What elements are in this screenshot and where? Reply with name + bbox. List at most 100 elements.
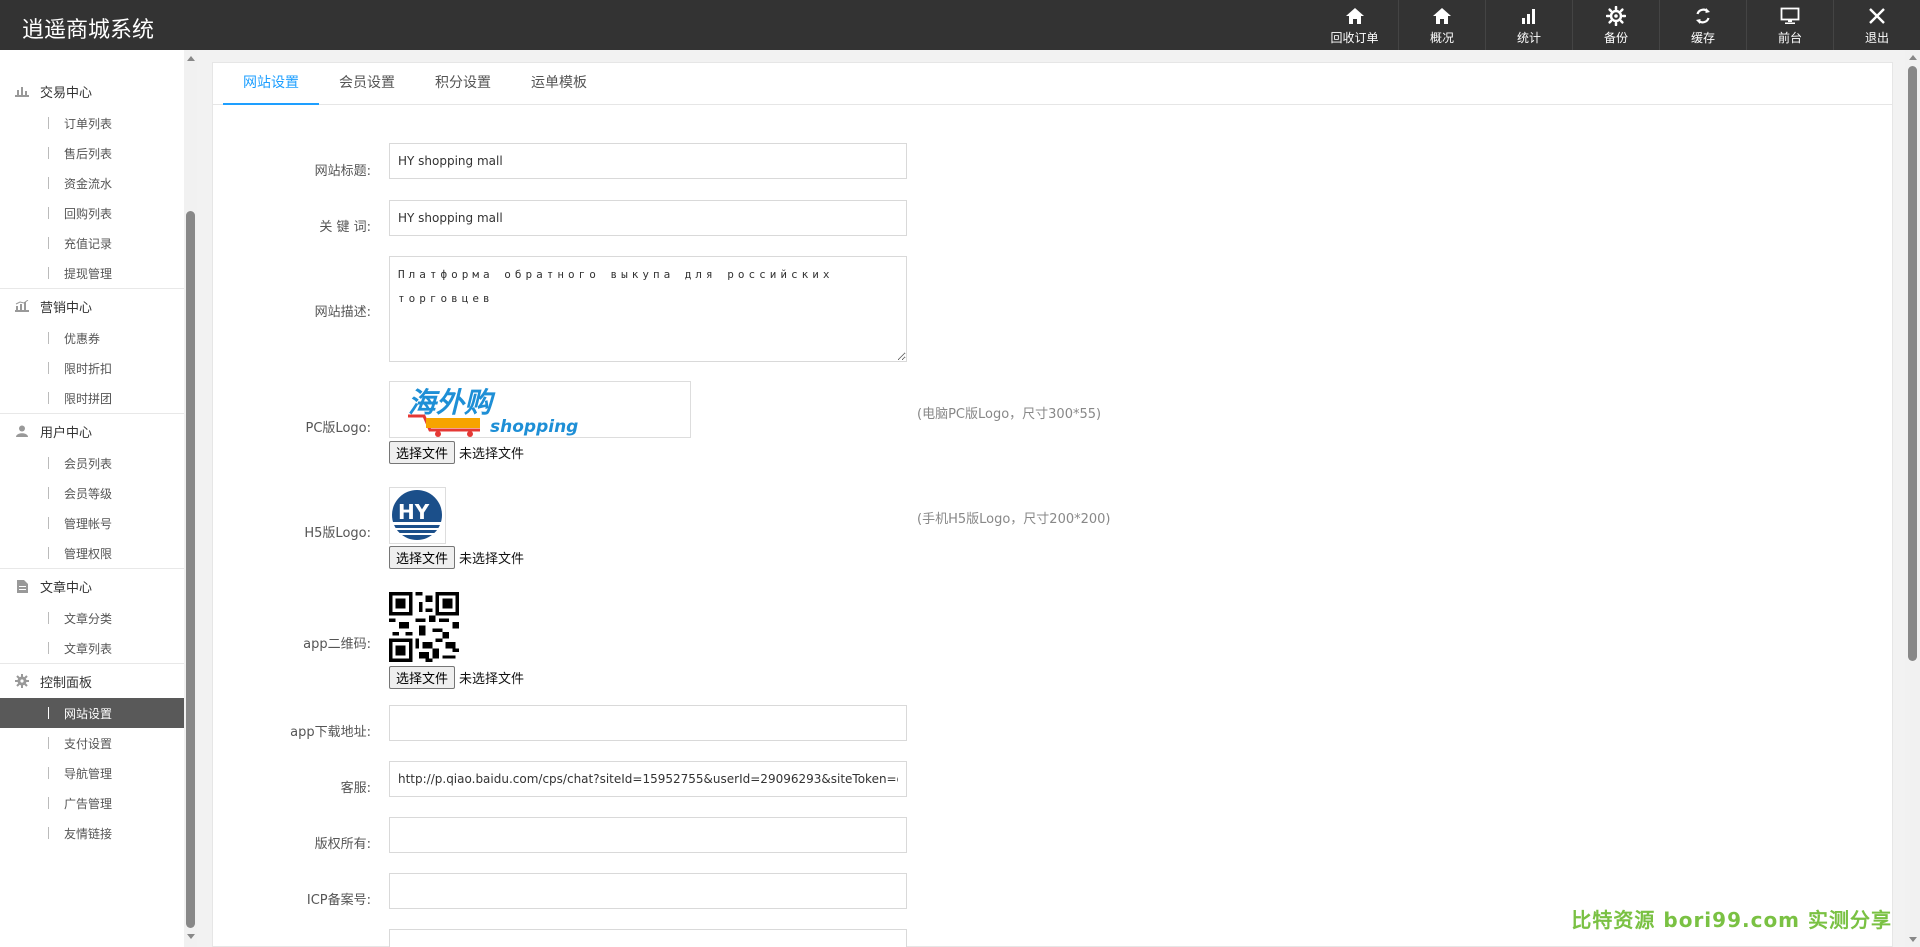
sidebar-item-orders[interactable]: 订单列表 — [0, 108, 184, 138]
sidebar-item-admin-permissions[interactable]: 管理权限 — [0, 538, 184, 568]
next-input-partial[interactable] — [389, 929, 907, 947]
icp-input[interactable] — [389, 873, 907, 909]
growth-chart-icon — [14, 299, 30, 313]
sidebar-item-coupons[interactable]: 优惠券 — [0, 323, 184, 353]
monitor-icon — [1780, 5, 1800, 27]
settings-panel: 网站设置 会员设置 积分设置 运单模板 网站标题: 关 键 词: 网站描述: П… — [212, 62, 1893, 947]
sidebar-item-after-sales[interactable]: 售后列表 — [0, 138, 184, 168]
nav-label: 缓存 — [1690, 30, 1715, 45]
choose-file-button[interactable]: 选择文件 — [389, 546, 456, 569]
scrollbar-thumb[interactable] — [1908, 66, 1917, 661]
pc-logo-label: PC版Logo: — [305, 421, 371, 436]
top-header: 逍遥商城系统 回收订单 概况 统计 备份 缓存 前台 退出 — [0, 0, 1920, 50]
sidebar-item-group-buy[interactable]: 限时拼团 — [0, 383, 184, 413]
sidebar-scrollbar[interactable] — [184, 50, 197, 947]
scroll-down-icon[interactable] — [187, 934, 195, 939]
sidebar-item-ads[interactable]: 广告管理 — [0, 788, 184, 818]
sidebar-item-admin-accounts[interactable]: 管理帐号 — [0, 508, 184, 538]
home-icon — [1432, 5, 1452, 27]
sidebar-item-cash-flow[interactable]: 资金流水 — [0, 168, 184, 198]
sidebar-group-trade: 交易中心 订单列表 售后列表 资金流水 回购列表 充值记录 提现管理 — [0, 74, 184, 289]
site-title-label: 网站标题: — [314, 164, 371, 179]
sidebar-item-site-settings[interactable]: 网站设置 — [0, 698, 184, 728]
app-url-input[interactable] — [389, 705, 907, 741]
nav-label: 备份 — [1603, 30, 1628, 45]
sidebar-item-article-list[interactable]: 文章列表 — [0, 633, 184, 663]
tab-site-settings[interactable]: 网站设置 — [223, 63, 319, 105]
user-icon — [14, 424, 30, 438]
svg-text:HY: HY — [398, 500, 430, 524]
close-icon — [1868, 5, 1886, 27]
home-icon — [1345, 5, 1365, 27]
nav-logout[interactable]: 退出 — [1833, 0, 1920, 50]
nav-backup[interactable]: 备份 — [1572, 0, 1659, 50]
nav-overview[interactable]: 概况 — [1398, 0, 1485, 50]
nav-frontend[interactable]: 前台 — [1746, 0, 1833, 50]
document-icon — [14, 579, 30, 593]
sidebar-item-members[interactable]: 会员列表 — [0, 448, 184, 478]
file-status: 未选择文件 — [459, 447, 525, 462]
sidebar-item-member-levels[interactable]: 会员等级 — [0, 478, 184, 508]
tab-points-settings[interactable]: 积分设置 — [415, 63, 511, 104]
site-title-input[interactable] — [389, 143, 907, 179]
sidebar-group-header[interactable]: 控制面板 — [0, 664, 184, 698]
sidebar-group-header[interactable]: 营销中心 — [0, 289, 184, 323]
scrollbar-thumb[interactable] — [186, 211, 195, 928]
choose-file-button[interactable]: 选择文件 — [389, 666, 456, 689]
copyright-label: 版权所有: — [314, 837, 371, 852]
sidebar-item-payment-settings[interactable]: 支付设置 — [0, 728, 184, 758]
gear-icon — [1606, 5, 1626, 27]
choose-file-button[interactable]: 选择文件 — [389, 441, 456, 464]
sidebar-item-friend-links[interactable]: 友情链接 — [0, 818, 184, 848]
keywords-label: 关 键 词: — [319, 220, 371, 235]
sidebar-group-header[interactable]: 文章中心 — [0, 569, 184, 603]
main-scrollbar[interactable] — [1905, 50, 1920, 947]
nav-label: 退出 — [1864, 30, 1889, 45]
sidebar-item-buyback[interactable]: 回购列表 — [0, 198, 184, 228]
gear-icon — [14, 674, 30, 688]
nav-label: 统计 — [1516, 30, 1541, 45]
copyright-input[interactable] — [389, 817, 907, 853]
service-label: 客服: — [340, 781, 371, 796]
h5-logo-label: H5版Logo: — [304, 526, 371, 541]
sidebar-item-withdraw[interactable]: 提现管理 — [0, 258, 184, 288]
sidebar-item-article-categories[interactable]: 文章分类 — [0, 603, 184, 633]
icp-label: ICP备案号: — [306, 893, 371, 908]
h5-logo-hint: (手机H5版Logo，尺寸200*200) — [917, 512, 1111, 527]
nav-statistics[interactable]: 统计 — [1485, 0, 1572, 50]
tab-member-settings[interactable]: 会员设置 — [319, 63, 415, 104]
sidebar-item-navigation[interactable]: 导航管理 — [0, 758, 184, 788]
sidebar: 交易中心 订单列表 售后列表 资金流水 回购列表 充值记录 提现管理 营销中心 … — [0, 50, 184, 947]
keywords-input[interactable] — [389, 200, 907, 236]
sidebar-item-recharge[interactable]: 充值记录 — [0, 228, 184, 258]
nav-cache[interactable]: 缓存 — [1659, 0, 1746, 50]
scroll-up-icon[interactable] — [1909, 55, 1917, 60]
description-textarea[interactable]: Платформа обратного выкупа для российски… — [389, 256, 907, 362]
bar-chart-icon — [14, 84, 30, 98]
app-qr-file: 选择文件 未选择文件 — [389, 666, 524, 689]
sidebar-group-articles: 文章中心 文章分类 文章列表 — [0, 569, 184, 664]
sidebar-item-discount[interactable]: 限时折扣 — [0, 353, 184, 383]
pc-logo-image: 海外购 shopping — [389, 381, 691, 438]
sidebar-group-control: 控制面板 网站设置 支付设置 导航管理 广告管理 友情链接 — [0, 664, 184, 848]
file-status: 未选择文件 — [459, 552, 525, 567]
svg-text:shopping: shopping — [490, 417, 578, 437]
nav-label: 概况 — [1429, 30, 1454, 45]
scroll-up-icon[interactable] — [187, 56, 195, 61]
top-nav: 回收订单 概况 统计 备份 缓存 前台 退出 — [1311, 0, 1920, 50]
file-status: 未选择文件 — [459, 672, 525, 687]
h5-logo-file: 选择文件 未选择文件 — [389, 546, 524, 569]
bar-chart-icon — [1520, 5, 1538, 27]
nav-label: 回收订单 — [1330, 30, 1379, 45]
description-label: 网站描述: — [314, 305, 371, 320]
watermark: 比特资源 bori99.com 实测分享 — [1571, 908, 1892, 932]
refresh-icon — [1693, 5, 1713, 27]
tab-waybill-template[interactable]: 运单模板 — [511, 63, 607, 104]
sidebar-group-header[interactable]: 用户中心 — [0, 414, 184, 448]
service-input[interactable] — [389, 761, 907, 797]
sidebar-group-header[interactable]: 交易中心 — [0, 74, 184, 108]
scroll-down-icon[interactable] — [1909, 937, 1917, 942]
nav-recycle-orders[interactable]: 回收订单 — [1311, 0, 1398, 50]
app-title: 逍遥商城系统 — [22, 18, 155, 43]
tab-bar: 网站设置 会员设置 积分设置 运单模板 — [213, 63, 1892, 105]
